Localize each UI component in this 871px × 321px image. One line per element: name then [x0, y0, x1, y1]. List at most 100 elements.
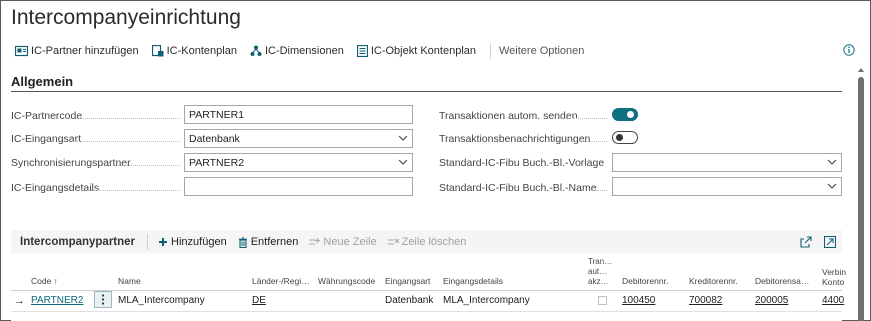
- auto-send-label: Transaktionen autom. senden: [439, 110, 578, 122]
- row-arrow-icon: →: [14, 295, 25, 307]
- transaction-notifications-toggle[interactable]: [612, 131, 638, 144]
- column-header-connection-line1: Verbin: [822, 267, 847, 277]
- ic-dimensions-label: IC-Dimensionen: [264, 45, 344, 57]
- default-journal-template-label: Standard-IC-Fibu Buch.-Bl.-Vorlage: [439, 157, 605, 169]
- column-header-name[interactable]: Name: [118, 276, 141, 286]
- ic-inbox-type-label: IC-Eingangsart: [11, 133, 82, 145]
- row-actions-button[interactable]: [94, 291, 112, 308]
- toggle-knob: [616, 134, 623, 141]
- default-journal-template-select[interactable]: [612, 153, 842, 172]
- ic-inbox-details-input[interactable]: [184, 177, 413, 196]
- column-header-auto-accept-line2: aut…: [588, 267, 608, 276]
- toggle-knob: [627, 111, 634, 118]
- info-icon[interactable]: [843, 44, 855, 56]
- add-ic-partner-label: IC-Partner hinzufügen: [31, 45, 139, 57]
- column-header-auto-accept-line1: Tran…: [588, 257, 613, 266]
- new-line-icon: [309, 238, 321, 245]
- ic-partner-code-value: PARTNER1: [189, 109, 245, 121]
- more-options-button[interactable]: Weitere Optionen: [499, 45, 584, 57]
- dimensions-icon: [250, 45, 262, 56]
- row-connection[interactable]: 4400: [822, 295, 844, 306]
- page-title: Intercompanyeinrichtung: [11, 6, 241, 29]
- remove-partner-button[interactable]: Entfernen: [238, 236, 299, 248]
- ic-inbox-type-select[interactable]: Datenbank: [184, 129, 413, 148]
- ic-object-chart-label: IC-Objekt Kontenplan: [370, 45, 476, 57]
- partners-table: Code ↑ Name Länder-/Regi… Währungscode E…: [11, 253, 846, 321]
- leader-dots: [591, 190, 607, 191]
- leader-dots: [73, 141, 180, 142]
- section-title-general: Allgemein: [11, 74, 74, 89]
- chart-of-accounts-icon: [151, 45, 164, 57]
- more-vertical-icon: [101, 294, 105, 305]
- column-header-code[interactable]: Code ↑: [31, 276, 58, 286]
- column-header-inbox-details[interactable]: Eingangsdetails: [443, 276, 503, 286]
- ic-chart-of-accounts-label: IC-Kontenplan: [166, 45, 237, 57]
- object-chart-icon: [356, 45, 368, 57]
- section-divider: [11, 91, 842, 92]
- auto-send-toggle[interactable]: [612, 108, 638, 121]
- sync-partner-select[interactable]: PARTNER2: [184, 153, 413, 172]
- ic-object-chart-action[interactable]: IC-Objekt Kontenplan: [356, 45, 476, 57]
- transaction-notifications-label: Transaktionsbenachrichtigungen: [439, 133, 591, 145]
- new-line-label: Neue Zeile: [323, 236, 377, 248]
- column-header-auto-accept-line3: akz…: [588, 277, 609, 286]
- ic-partner-code-input[interactable]: PARTNER1: [184, 105, 413, 124]
- subpage-separator: [147, 234, 149, 250]
- row-inbox-type[interactable]: Datenbank: [385, 295, 433, 306]
- header-divider: [11, 290, 842, 291]
- delete-line-button[interactable]: Zeile löschen: [387, 236, 467, 248]
- row-kreditor[interactable]: 700082: [689, 295, 722, 306]
- share-icon[interactable]: [800, 236, 812, 248]
- ic-dimensions-action[interactable]: IC-Dimensionen: [250, 45, 344, 57]
- row-name[interactable]: MLA_Intercompany: [118, 295, 205, 306]
- column-header-connection[interactable]: Verbin Konto: [822, 267, 846, 287]
- leader-dots: [575, 141, 607, 142]
- leader-dots: [562, 118, 607, 119]
- page-scrollbar[interactable]: [858, 67, 864, 321]
- column-header-debitor-posting[interactable]: Debitorensa…: [755, 276, 809, 286]
- row-code-link[interactable]: PARTNER2: [31, 295, 83, 306]
- column-header-connection-line2: Konto: [822, 277, 845, 287]
- row-inbox-details[interactable]: MLA_Intercompany: [443, 295, 530, 306]
- delete-line-label: Zeile löschen: [401, 236, 467, 248]
- chevron-down-icon: [398, 135, 408, 141]
- ic-partner-icon: [15, 45, 28, 57]
- ic-chart-of-accounts-action[interactable]: IC-Kontenplan: [151, 45, 237, 57]
- add-ic-partner-action[interactable]: IC-Partner hinzufügen: [15, 45, 139, 57]
- column-header-country[interactable]: Länder-/Regi…: [252, 276, 310, 286]
- action-separator: [490, 43, 491, 59]
- intercompany-partner-subpage: Intercompanypartner Hinzufügen Entfernen…: [11, 230, 846, 321]
- column-header-auto-accept[interactable]: Tran… aut… akz…: [588, 257, 612, 287]
- default-journal-name-select[interactable]: [612, 177, 842, 196]
- column-header-kreditor[interactable]: Kreditorennr.: [689, 276, 738, 286]
- leader-dots: [118, 165, 180, 166]
- plus-icon: [159, 238, 168, 246]
- remove-partner-label: Entfernen: [250, 236, 299, 248]
- ic-partner-code-label: IC-Partnercode: [11, 110, 83, 122]
- row-debitor-posting[interactable]: 200005: [755, 295, 788, 306]
- chevron-down-icon: [827, 159, 837, 165]
- scroll-up-icon[interactable]: [858, 67, 864, 73]
- column-header-inbox-type[interactable]: Eingangsart: [385, 276, 430, 286]
- row-debitor[interactable]: 100450: [622, 295, 655, 306]
- chevron-down-icon: [398, 159, 408, 165]
- row-auto-accept-checkbox[interactable]: [598, 296, 607, 305]
- leader-dots: [77, 118, 180, 119]
- subpage-action-bar: Intercompanypartner Hinzufügen Entfernen…: [11, 230, 842, 254]
- sync-partner-label: Synchronisierungspartner: [11, 157, 131, 169]
- app-window: Intercompanyeinrichtung IC-Partner hinzu…: [0, 0, 871, 321]
- sync-partner-value: PARTNER2: [189, 157, 245, 169]
- more-options-label: Weitere Optionen: [499, 45, 585, 57]
- trash-icon: [238, 236, 247, 248]
- ic-inbox-type-value: Datenbank: [189, 133, 240, 145]
- new-line-button[interactable]: Neue Zeile: [309, 236, 377, 248]
- expand-icon[interactable]: [824, 236, 836, 248]
- column-header-currency[interactable]: Währungscode: [318, 276, 375, 286]
- action-bar: IC-Partner hinzufügen IC-Kontenplan IC-D…: [1, 39, 871, 63]
- subpage-title: Intercompanypartner: [20, 236, 136, 248]
- add-partner-button[interactable]: Hinzufügen: [158, 236, 227, 248]
- scroll-thumb[interactable]: [858, 77, 864, 321]
- column-header-debitor[interactable]: Debitorennr.: [622, 276, 668, 286]
- row-country[interactable]: DE: [252, 295, 266, 306]
- default-journal-name-label: Standard-IC-Fibu Buch.-Bl.-Name: [439, 182, 597, 194]
